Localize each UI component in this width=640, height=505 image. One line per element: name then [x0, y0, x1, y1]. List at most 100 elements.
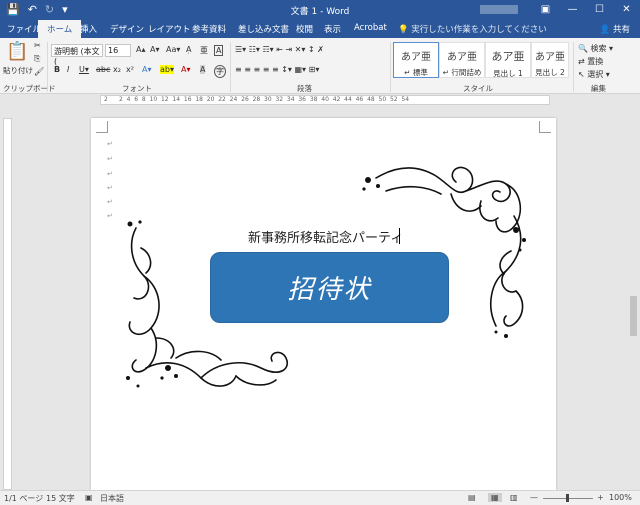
ruler-left-number: 2	[104, 96, 108, 103]
page-count[interactable]: 1/1 ページ	[4, 493, 43, 504]
styles-group-label: スタイル	[463, 84, 493, 93]
style-preview: あア亜	[535, 52, 565, 63]
lightbulb-icon: 💡	[398, 25, 409, 35]
highlight-icon[interactable]: ab▾	[160, 65, 174, 74]
magnifier-icon: 🔍	[578, 44, 588, 53]
bold-button[interactable]: B	[54, 65, 60, 74]
vertical-ruler[interactable]	[3, 118, 12, 490]
close-icon[interactable]: ✕	[613, 0, 640, 20]
share-button[interactable]: 👤 共有	[600, 23, 630, 35]
enclose-character-icon[interactable]: 字	[214, 65, 226, 78]
shrink-font-icon[interactable]: A▾	[150, 45, 160, 54]
zoom-level[interactable]: 100%	[609, 493, 632, 502]
style-heading-2[interactable]: あア亜 見出し 2	[531, 42, 569, 78]
character-shading-icon[interactable]: A	[200, 65, 206, 74]
style-name: ↵ 行間詰め	[442, 68, 482, 77]
style-name: ↵ 標準	[404, 68, 428, 77]
style-preview: あア亜	[491, 50, 525, 63]
style-preview: あア亜	[447, 52, 477, 63]
tab-view[interactable]: 表示	[324, 23, 341, 35]
font-group-label: フォント	[122, 84, 152, 93]
style-no-spacing[interactable]: あア亜 ↵ 行間詰め	[439, 42, 485, 78]
style-heading-1[interactable]: あア亜 見出し 1	[485, 42, 531, 78]
event-headline[interactable]: 新事務所移転記念パーティ	[248, 227, 403, 246]
group-separator	[230, 42, 231, 92]
zoom-out-button[interactable]: —	[530, 493, 538, 502]
find-label: 検索 ▾	[590, 44, 614, 53]
paragraph-mark: ↵	[107, 155, 113, 163]
tab-home[interactable]: ホーム	[38, 20, 82, 38]
strikethrough-button[interactable]: abc	[96, 65, 110, 74]
select-button[interactable]: ↖ 選択 ▾	[578, 69, 610, 80]
style-normal[interactable]: あア亜 ↵ 標準	[393, 42, 439, 78]
paragraph-row2-icons[interactable]: ≡ ≡ ≡ ≡ ≡ ↕▾ ▦▾ ⊞▾	[235, 65, 319, 74]
style-name: 見出し 1	[493, 69, 523, 78]
banner-text: 招待状	[287, 275, 372, 305]
person-icon: 👤	[599, 25, 611, 35]
document-page[interactable]: ↵ ↵ ↵ ↵ ↵ ↵ 新事務所移転記念パーティ 招待状	[91, 118, 556, 490]
paragraph-group-label: 段落	[297, 84, 312, 93]
word-count[interactable]: 15 文字	[46, 493, 75, 504]
vertical-scrollbar[interactable]	[627, 106, 640, 490]
clear-formatting-icon[interactable]: Ạ	[186, 45, 191, 54]
subscript-button[interactable]: x₂	[113, 65, 121, 74]
zoom-in-button[interactable]: +	[597, 493, 604, 502]
tab-insert[interactable]: 挿入	[80, 23, 97, 35]
tab-review[interactable]: 校閲	[296, 23, 313, 35]
font-size-combo[interactable]: 16	[105, 44, 131, 57]
replace-label: 置換	[587, 57, 604, 66]
find-button[interactable]: 🔍 検索 ▾	[578, 43, 613, 54]
status-bar: 1/1 ページ 15 文字 ▣ 日本語 ▤ ▦ ▥ — + 100%	[0, 490, 640, 505]
phonetic-guide-icon[interactable]: 亜	[200, 45, 208, 56]
zoom-slider-thumb[interactable]	[566, 494, 569, 502]
print-layout-icon[interactable]: ▦	[488, 493, 502, 502]
title-bar: 💾 ↶ ↻ ▾ 文書 1 - Word ▣ — ☐ ✕	[0, 0, 640, 20]
paragraph-mark: ↵	[107, 212, 113, 220]
maximize-icon[interactable]: ☐	[586, 0, 613, 20]
tab-mailings[interactable]: 差し込み文書	[238, 23, 289, 35]
tell-me-search[interactable]: 💡 実行したい作業を入力してください	[398, 23, 547, 35]
minimize-icon[interactable]: —	[559, 0, 586, 20]
read-mode-icon[interactable]: ▤	[468, 493, 476, 502]
enclose-border-icon[interactable]: A	[214, 45, 224, 56]
paste-button[interactable]: 貼り付け	[3, 65, 33, 76]
language-indicator[interactable]: 日本語	[100, 493, 124, 504]
clipboard-icon[interactable]: 📋	[6, 41, 28, 62]
crop-mark	[539, 121, 551, 133]
group-separator	[573, 42, 574, 92]
format-painter-icon[interactable]: 🖌	[34, 67, 44, 76]
superscript-button[interactable]: x²	[126, 65, 134, 74]
change-case-icon[interactable]: Aa▾	[166, 45, 180, 54]
paragraph-mark: ↵	[107, 198, 113, 206]
window-controls: ▣ — ☐ ✕	[532, 0, 640, 20]
tab-acrobat[interactable]: Acrobat	[354, 23, 387, 33]
tab-file[interactable]: ファイル	[7, 23, 41, 35]
paragraph-mark: ↵	[107, 184, 113, 192]
font-name-combo[interactable]: 游明朝 (本文(	[51, 44, 103, 66]
tab-references[interactable]: 参考資料	[192, 23, 226, 35]
editing-group-label: 編集	[591, 84, 606, 93]
proofing-icon[interactable]: ▣	[85, 493, 93, 502]
scrollbar-thumb[interactable]	[630, 296, 637, 336]
web-layout-icon[interactable]: ▥	[510, 493, 518, 502]
select-label: 選択 ▾	[587, 70, 610, 79]
ribbon-tabs: ファイル ホーム 挿入 デザイン レイアウト 参考資料 差し込み文書 校閲 表示…	[0, 20, 640, 38]
grow-font-icon[interactable]: A▴	[136, 45, 146, 54]
horizontal-ruler[interactable]: 2 2 4 6 8 10 12 14 16 18 20 22 24 26 28 …	[100, 95, 550, 105]
paragraph-row1-icons[interactable]: ☰▾ ☷▾ ☶▾ ⇤ ⇥ ✕▾ ↕ ✗	[235, 45, 324, 54]
underline-button[interactable]: U▾	[79, 65, 89, 74]
text-effects-icon[interactable]: A▾	[142, 65, 152, 74]
italic-button[interactable]: I	[67, 65, 69, 74]
tab-layout[interactable]: レイアウト	[148, 23, 191, 35]
replace-icon: ⇄	[578, 57, 585, 66]
ribbon: 📋 貼り付け ✂ ⎘ 🖌 クリップボード 游明朝 (本文( 16 A▴ A▾ A…	[0, 38, 640, 94]
style-preview: あア亜	[401, 52, 431, 63]
tab-design[interactable]: デザイン	[110, 23, 144, 35]
invitation-banner[interactable]: 招待状	[210, 252, 449, 323]
cut-icon[interactable]: ✂	[34, 41, 41, 50]
cursor-icon: ↖	[578, 70, 585, 79]
font-color-icon[interactable]: A▾	[181, 65, 191, 74]
replace-button[interactable]: ⇄ 置換	[578, 56, 603, 67]
ribbon-display-options-icon[interactable]: ▣	[532, 0, 559, 20]
copy-icon[interactable]: ⎘	[34, 54, 40, 64]
